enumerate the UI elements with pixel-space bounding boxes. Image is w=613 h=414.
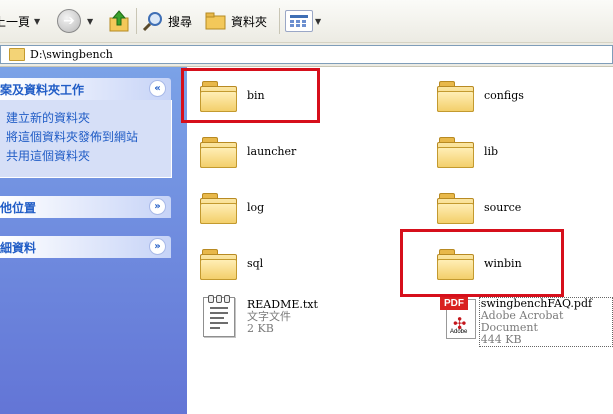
back-label: 上一頁 [0,14,31,29]
file-size: 2 KB [247,322,274,335]
details-title: 細資料 [0,240,37,255]
folder-icon [436,79,474,112]
search-label: 搜尋 [168,14,193,29]
details-header[interactable]: 細資料 » [0,236,171,258]
folder-icon [436,191,474,224]
folder-item-launcher[interactable]: launcher [199,135,297,168]
toolbar-separator [136,8,137,34]
file-list-pane: bin configs launcher lib log source sql … [181,67,613,414]
folders-label: 資料夾 [231,14,268,29]
pdf-badge: PDF [440,297,468,310]
folder-label: launcher [247,144,297,158]
other-places-title: 他位置 [0,200,37,215]
text-document-icon [203,295,235,337]
folder-icon [436,135,474,168]
search-button[interactable]: 搜尋 [142,9,192,33]
file-size: 444 KB [480,333,522,346]
folder-item-lib[interactable]: lib [436,135,499,168]
file-item-readme[interactable]: README.txt 文字文件 2 KB [203,295,318,337]
highlight-box-winbin [400,229,564,297]
folder-icon [199,247,237,280]
folder-item-log[interactable]: log [199,191,265,224]
pdf-document-icon: PDF ✣ Adobe [440,297,476,339]
back-dropdown-icon[interactable]: ▼ [34,17,40,26]
expand-chevron-icon[interactable]: » [149,238,166,255]
folder-label: source [484,200,522,214]
views-button[interactable]: ▼ [285,9,321,33]
task-link-publish-web[interactable]: 將這個資料夾發佈到網站 [6,128,138,145]
search-icon [142,12,162,32]
address-path: D:\swingbench [30,48,113,61]
folders-icon [205,12,226,30]
toolbar: 上一頁 ▼ ➔ ▼ 搜尋 資料夾 ▼ [0,0,613,43]
views-icon [285,10,313,32]
folder-icon [199,135,237,168]
address-bar: D:\swingbench [0,43,613,67]
folder-label: configs [484,88,524,102]
highlight-box-bin [181,68,320,123]
folder-item-configs[interactable]: configs [436,79,524,112]
folders-button[interactable]: 資料夾 [205,9,267,33]
file-type: Adobe Acrobat Document [480,309,564,334]
collapse-chevron-icon[interactable]: « [149,80,166,97]
folder-item-source[interactable]: source [436,191,522,224]
up-folder-icon [109,10,129,32]
folder-icon [199,191,237,224]
folder-label: lib [484,144,499,158]
other-places-header[interactable]: 他位置 » [0,196,171,218]
task-link-share-folder[interactable]: 共用這個資料夾 [6,147,90,164]
folder-icon [9,48,25,61]
expand-chevron-icon[interactable]: » [149,198,166,215]
forward-arrow-icon: ➔ [57,9,81,33]
file-folder-tasks-body: 建立新的資料夾 將這個資料夾發佈到網站 共用這個資料夾 [0,100,172,178]
forward-dropdown-icon[interactable]: ▼ [87,17,93,26]
task-link-new-folder[interactable]: 建立新的資料夾 [6,109,90,126]
pdf-brand: Adobe [450,329,468,335]
file-folder-tasks-title: 案及資料夾工作 [0,82,85,97]
folder-label: sql [247,256,264,270]
file-details: swingbenchFAQ.pdf Adobe Acrobat Document… [478,297,613,347]
file-details: README.txt 文字文件 2 KB [247,299,318,335]
address-field[interactable]: D:\swingbench [0,45,613,64]
toolbar-separator [279,8,280,34]
back-button[interactable]: 上一頁 ▼ [0,9,40,33]
folder-label: log [247,200,265,214]
file-item-faq-pdf[interactable]: PDF ✣ Adobe swingbenchFAQ.pdf Adobe Acro… [440,297,613,347]
forward-button[interactable]: ➔ ▼ [57,9,93,33]
task-pane: 案及資料夾工作 « 建立新的資料夾 將這個資料夾發佈到網站 共用這個資料夾 他位… [0,67,187,414]
up-folder-button[interactable] [108,9,130,33]
folder-item-sql[interactable]: sql [199,247,264,280]
file-folder-tasks-header[interactable]: 案及資料夾工作 « [0,78,171,100]
views-dropdown-icon[interactable]: ▼ [315,17,321,26]
